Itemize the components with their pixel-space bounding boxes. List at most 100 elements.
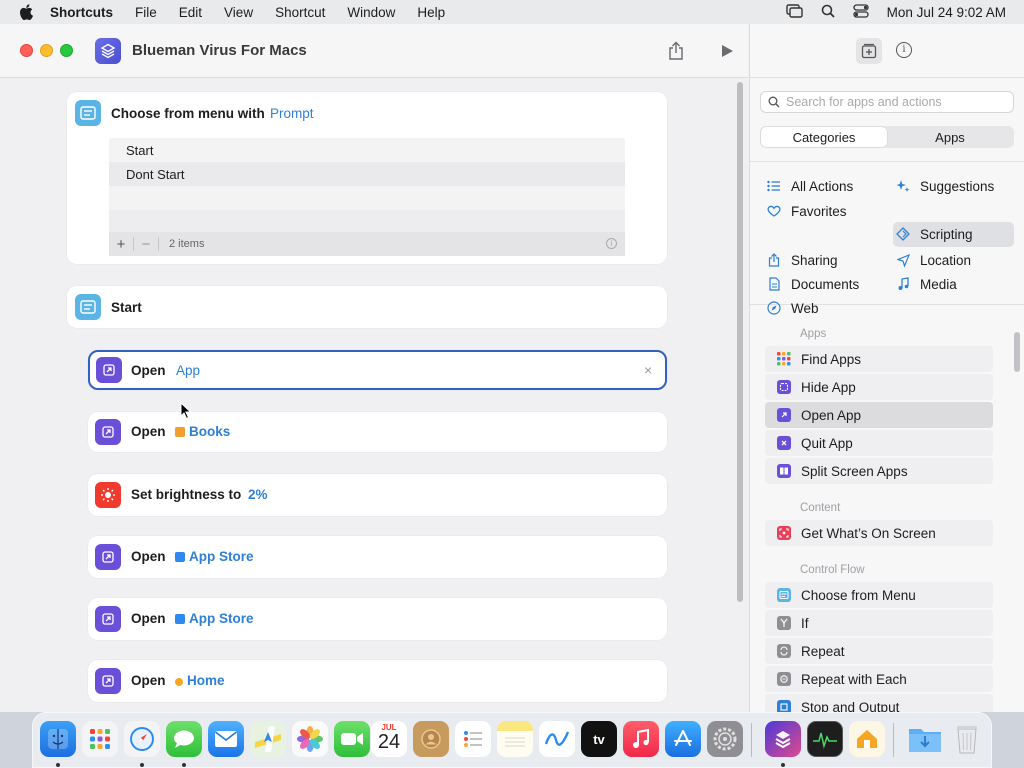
action-open-app[interactable]: Open App (765, 402, 993, 428)
books-parameter-token[interactable]: Books (172, 423, 233, 440)
add-item-icon[interactable]: + (109, 236, 133, 253)
close-window-button[interactable] (20, 44, 33, 57)
brightness-parameter-token[interactable]: 2% (245, 486, 271, 503)
action-split-screen-apps[interactable]: Split Screen Apps (765, 458, 993, 484)
shortcuts-app-icon[interactable] (765, 721, 801, 757)
category-media[interactable]: Media (893, 272, 1014, 296)
open-home-action[interactable]: Open Home (88, 660, 667, 702)
app-parameter-token[interactable]: App (173, 362, 203, 379)
menu-view[interactable]: View (224, 5, 253, 20)
open-app-store-action[interactable]: Open App Store (88, 598, 667, 640)
category-suggestions[interactable]: Suggestions (893, 174, 1014, 198)
category-scripting[interactable]: Scripting (893, 222, 1014, 246)
action-find-apps[interactable]: Find Apps (765, 346, 993, 372)
set-brightness-action[interactable]: Set brightness to 2% (88, 474, 667, 516)
choose-from-menu-action[interactable]: Choose from menu with Prompt Start Dont … (67, 92, 667, 264)
menu-list-icon (777, 588, 791, 602)
calendar-icon[interactable]: JUL 24 (371, 721, 407, 757)
action-hide-app[interactable]: Hide App (765, 374, 993, 400)
category-all-actions[interactable]: All Actions (764, 174, 884, 198)
info-icon[interactable]: i (606, 238, 617, 249)
action-get-whats-on-screen[interactable]: Get What’s On Screen (765, 520, 993, 546)
home-parameter-token[interactable]: Home (172, 672, 228, 689)
actions-list-scrollbar[interactable] (1014, 332, 1020, 372)
music-icon[interactable] (623, 721, 659, 757)
contacts-icon[interactable] (413, 721, 449, 757)
category-label: Location (920, 252, 972, 268)
safari-icon[interactable] (124, 721, 160, 757)
screen-capture-icon (777, 526, 791, 540)
actions-search-field[interactable] (760, 91, 1014, 113)
open-app-action[interactable]: Open App × (88, 350, 667, 390)
token-text: App Store (189, 611, 254, 626)
screen-mirroring-icon[interactable] (785, 3, 803, 21)
shortcut-icon[interactable] (95, 38, 121, 64)
menu-help[interactable]: Help (417, 5, 445, 20)
menu-item-start[interactable]: Start (109, 138, 625, 162)
reminders-icon[interactable] (455, 721, 491, 757)
notes-icon[interactable] (497, 721, 533, 757)
app-store-parameter-token[interactable]: App Store (172, 548, 257, 565)
action-repeat[interactable]: Repeat (765, 638, 993, 664)
minimize-window-button[interactable] (40, 44, 53, 57)
menu-window[interactable]: Window (347, 5, 395, 20)
action-if[interactable]: If (765, 610, 993, 636)
downloads-folder-icon[interactable] (907, 721, 943, 757)
clear-parameter-icon[interactable]: × (644, 362, 652, 378)
system-settings-icon[interactable] (707, 721, 743, 757)
menu-list-icon (75, 294, 101, 320)
remove-item-icon[interactable]: − (134, 236, 158, 253)
start-case-block[interactable]: Start (67, 286, 667, 328)
app-store-icon[interactable] (665, 721, 701, 757)
category-location[interactable]: Location (893, 248, 1014, 272)
section-header-apps: Apps (800, 328, 827, 340)
open-app-store-action[interactable]: Open App Store (88, 536, 667, 578)
dock-separator (751, 723, 752, 757)
window-title[interactable]: Blueman Virus For Macs (132, 42, 307, 59)
running-indicator (56, 763, 60, 767)
menu-app-name[interactable]: Shortcuts (50, 5, 113, 20)
tab-categories[interactable]: Categories (761, 127, 887, 147)
menu-shortcut[interactable]: Shortcut (275, 5, 325, 20)
open-books-action[interactable]: Open Books (88, 412, 667, 452)
control-center-icon[interactable] (853, 3, 869, 21)
apple-menu-icon[interactable] (16, 2, 36, 22)
spotlight-search-icon[interactable] (821, 4, 835, 21)
home-app-icon[interactable] (849, 721, 885, 757)
apple-tv-icon[interactable]: tv (581, 721, 617, 757)
menu-item-dont-start[interactable]: Dont Start (109, 162, 625, 186)
action-quit-app[interactable]: Quit App (765, 430, 993, 456)
maps-icon[interactable] (250, 721, 286, 757)
action-repeat-with-each[interactable]: Repeat with Each (765, 666, 993, 692)
trash-icon[interactable] (949, 721, 985, 757)
action-library-panel: i Categories Apps All Actions Suggestion… (749, 24, 1024, 712)
action-library-icon[interactable] (856, 38, 882, 64)
dock: JUL 24 tv (32, 712, 992, 768)
editor-scrollbar[interactable] (737, 82, 743, 602)
action-choose-from-menu[interactable]: Choose from Menu (765, 582, 993, 608)
facetime-icon[interactable] (334, 721, 370, 757)
menu-edit[interactable]: Edit (179, 5, 202, 20)
share-icon[interactable] (664, 39, 688, 63)
zoom-window-button[interactable] (60, 44, 73, 57)
activity-monitor-icon[interactable] (807, 721, 843, 757)
messages-icon[interactable] (166, 721, 202, 757)
menu-clock[interactable]: Mon Jul 24 9:02 AM (887, 5, 1006, 20)
search-input[interactable] (786, 95, 1006, 109)
category-documents[interactable]: Documents (764, 272, 884, 296)
mail-icon[interactable] (208, 721, 244, 757)
freeform-icon[interactable] (539, 721, 575, 757)
menu-file[interactable]: File (135, 5, 157, 20)
prompt-token[interactable]: Prompt (267, 105, 317, 122)
tab-apps[interactable]: Apps (887, 127, 1013, 147)
category-sharing[interactable]: Sharing (764, 248, 884, 272)
launchpad-icon[interactable] (82, 721, 118, 757)
category-favorites[interactable]: Favorites (764, 199, 884, 223)
shortcut-details-icon[interactable]: i (896, 42, 912, 58)
finder-icon[interactable] (40, 721, 76, 757)
shortcut-editor: Choose from menu with Prompt Start Dont … (0, 78, 748, 712)
action-stop-and-output[interactable]: Stop and Output (765, 694, 993, 712)
run-play-icon[interactable] (715, 39, 739, 63)
app-store-parameter-token[interactable]: App Store (172, 610, 257, 627)
photos-icon[interactable] (292, 721, 328, 757)
